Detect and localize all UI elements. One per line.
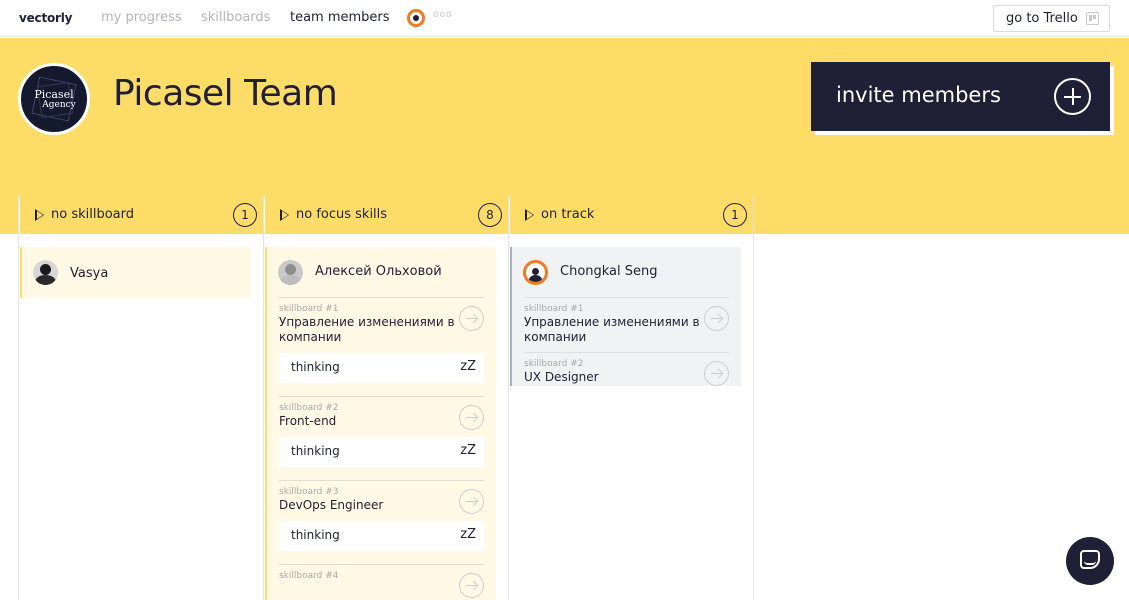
skill-number: skillboard #2 xyxy=(524,359,584,369)
nav-team-members[interactable]: team members xyxy=(290,10,390,25)
skill-number: skillboard #2 xyxy=(279,403,339,413)
go-to-trello-button[interactable]: go to Trello xyxy=(993,5,1110,32)
skill-number: skillboard #1 xyxy=(279,304,339,314)
member-card[interactable]: Алексей Ольховой skillboard #1 Управлени… xyxy=(265,247,496,600)
nav-my-progress[interactable]: my progress xyxy=(101,10,182,25)
skill-name: Управление изменениями в компании xyxy=(279,315,455,344)
nav-skillboards[interactable]: skillboards xyxy=(201,10,270,25)
user-avatar-icon[interactable] xyxy=(407,9,425,27)
member-card[interactable]: Vasya xyxy=(20,247,251,298)
logo-text-line2: Agency xyxy=(42,100,76,110)
member-row: Vasya xyxy=(22,247,251,297)
go-to-trello-label: go to Trello xyxy=(1006,11,1078,26)
column-header[interactable]: no skillboard 1 xyxy=(20,196,265,234)
member-name: Vasya xyxy=(70,266,109,281)
plus-icon xyxy=(1054,78,1091,115)
avatar xyxy=(523,260,548,285)
arrow-right-icon[interactable] xyxy=(459,573,484,598)
play-icon xyxy=(280,209,289,221)
play-icon xyxy=(35,209,44,221)
brand-logo[interactable]: vectorly xyxy=(19,11,73,25)
arrow-right-icon[interactable] xyxy=(704,306,729,331)
invite-members-button[interactable]: invite members xyxy=(811,62,1110,131)
skill-number: skillboard #1 xyxy=(524,304,584,314)
page-title: Picasel Team xyxy=(113,73,338,114)
skill-item[interactable]: skillboard #1 Управление изменениями в к… xyxy=(524,297,729,352)
chat-button[interactable] xyxy=(1066,537,1114,585)
status-box: thinking zZ xyxy=(279,521,484,551)
invite-members-label: invite members xyxy=(836,83,1001,107)
arrow-right-icon[interactable] xyxy=(459,489,484,514)
column-header[interactable]: on track 1 xyxy=(510,196,755,234)
play-icon xyxy=(525,209,534,221)
column-title: no skillboard xyxy=(51,207,135,222)
skill-name: Front-end xyxy=(279,414,337,428)
top-nav: vectorly my progress skillboards team me… xyxy=(0,0,1129,37)
team-logo: Picasel Agency xyxy=(18,63,90,135)
member-name: Chongkal Seng xyxy=(560,264,658,279)
column-on-track: on track 1 Chongkal Seng skillboard #1 У… xyxy=(509,196,754,600)
column-title: on track xyxy=(541,207,595,222)
skill-item[interactable]: skillboard #1 Управление изменениями в к… xyxy=(279,297,484,396)
arrow-right-icon[interactable] xyxy=(704,361,729,386)
arrow-right-icon[interactable] xyxy=(459,306,484,331)
count-badge: 1 xyxy=(233,203,257,227)
member-row: Алексей Ольховой xyxy=(267,247,496,297)
skill-number: skillboard #4 xyxy=(279,571,339,581)
status-label: thinking xyxy=(291,444,340,458)
more-icon[interactable]: ooo xyxy=(433,10,453,20)
skill-item[interactable]: skillboard #4 xyxy=(279,564,484,598)
skill-number: skillboard #3 xyxy=(279,487,339,497)
member-card[interactable]: Chongkal Seng skillboard #1 Управление и… xyxy=(510,247,741,386)
column-header[interactable]: no focus skills 8 xyxy=(265,196,510,234)
skill-name: DevOps Engineer xyxy=(279,498,384,512)
column-no-skillboard: no skillboard 1 Vasya xyxy=(19,196,264,600)
avatar xyxy=(278,260,303,285)
status-box: thinking zZ xyxy=(279,353,484,383)
sleep-icon: zZ xyxy=(460,359,476,374)
skill-name: UX Designer xyxy=(524,370,599,384)
skill-name: Управление изменениями в компании xyxy=(524,315,700,344)
status-label: thinking xyxy=(291,528,340,542)
member-row: Chongkal Seng xyxy=(512,247,741,297)
status-label: thinking xyxy=(291,360,340,374)
skill-item[interactable]: skillboard #2 UX Designer xyxy=(524,352,729,392)
column-title: no focus skills xyxy=(296,207,388,222)
sleep-icon: zZ xyxy=(460,443,476,458)
skill-item[interactable]: skillboard #2 Front-end thinking zZ xyxy=(279,396,484,480)
count-badge: 8 xyxy=(478,203,502,227)
member-name: Алексей Ольховой xyxy=(315,264,442,279)
arrow-right-icon[interactable] xyxy=(459,405,484,430)
status-box: thinking zZ xyxy=(279,437,484,467)
avatar xyxy=(33,260,58,285)
trello-icon xyxy=(1086,12,1099,25)
chat-bubble-icon xyxy=(1080,550,1100,569)
skill-item[interactable]: skillboard #3 DevOps Engineer thinking z… xyxy=(279,480,484,564)
count-badge: 1 xyxy=(723,203,747,227)
sleep-icon: zZ xyxy=(460,527,476,542)
column-no-focus-skills: no focus skills 8 Алексей Ольховой skill… xyxy=(264,196,509,600)
